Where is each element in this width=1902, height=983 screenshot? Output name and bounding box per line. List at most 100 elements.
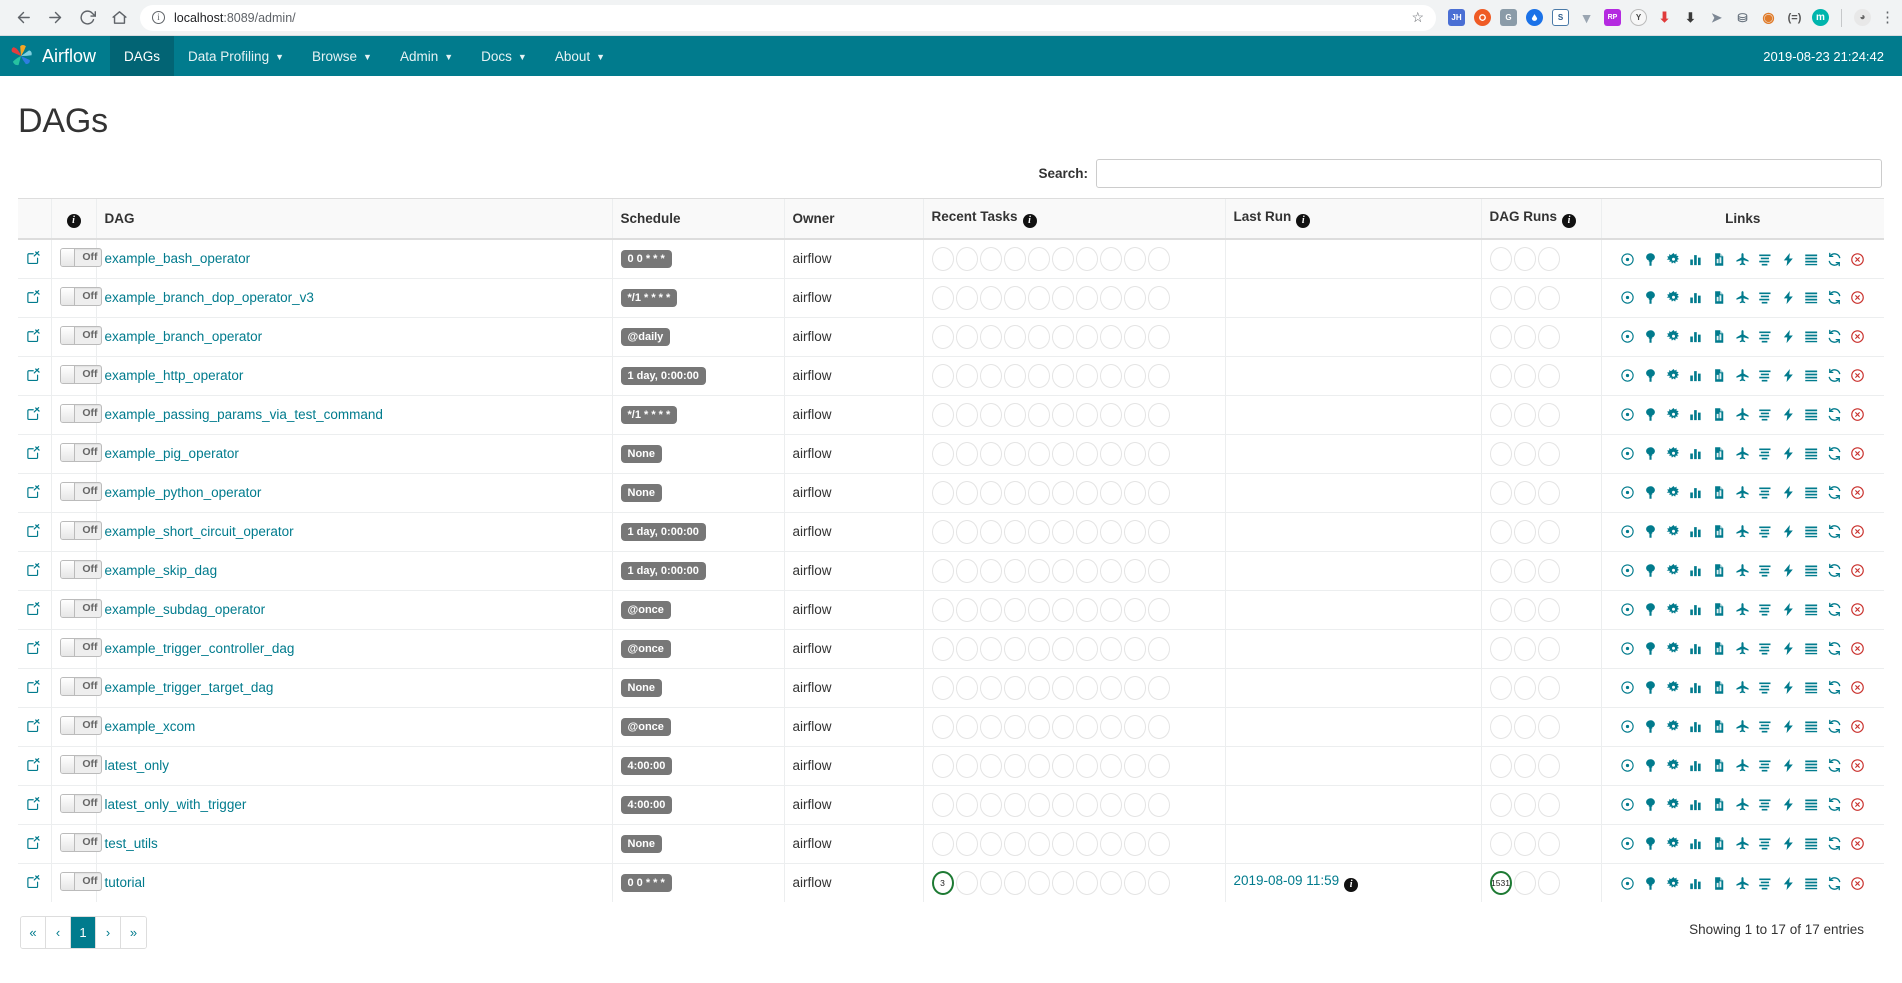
trigger-dag-icon[interactable] <box>1620 485 1635 500</box>
tree-view-icon[interactable] <box>1643 680 1658 695</box>
task-tries-icon[interactable] <box>1712 524 1727 539</box>
code-icon[interactable] <box>1781 680 1796 695</box>
trigger-dag-icon[interactable] <box>1620 758 1635 773</box>
extension-blue-drop-icon[interactable] <box>1526 9 1543 26</box>
trigger-dag-icon[interactable] <box>1620 368 1635 383</box>
logs-icon[interactable] <box>1804 290 1819 305</box>
gantt-icon[interactable] <box>1758 485 1773 500</box>
dag-link[interactable]: example_branch_operator <box>105 329 263 344</box>
dag-link[interactable]: example_http_operator <box>105 368 244 383</box>
task-tries-icon[interactable] <box>1712 407 1727 422</box>
refresh-icon[interactable] <box>1827 758 1842 773</box>
dag-run-count-circle[interactable]: 1531 <box>1489 870 1512 895</box>
task-duration-icon[interactable] <box>1689 524 1704 539</box>
landing-times-icon[interactable] <box>1735 446 1750 461</box>
gantt-icon[interactable] <box>1758 719 1773 734</box>
page-last[interactable]: » <box>121 917 146 948</box>
tree-view-icon[interactable] <box>1643 407 1658 422</box>
gantt-icon[interactable] <box>1758 290 1773 305</box>
code-icon[interactable] <box>1781 719 1796 734</box>
dag-link[interactable]: example_short_circuit_operator <box>105 524 294 539</box>
gantt-icon[interactable] <box>1758 680 1773 695</box>
code-icon[interactable] <box>1781 252 1796 267</box>
tree-view-icon[interactable] <box>1643 641 1658 656</box>
task-duration-icon[interactable] <box>1689 252 1704 267</box>
delete-dag-icon[interactable] <box>1850 836 1865 851</box>
edit-dag-icon[interactable] <box>26 445 41 460</box>
graph-view-icon[interactable] <box>1666 602 1681 617</box>
task-duration-icon[interactable] <box>1689 407 1704 422</box>
gantt-icon[interactable] <box>1758 797 1773 812</box>
graph-view-icon[interactable] <box>1666 485 1681 500</box>
gantt-icon[interactable] <box>1758 758 1773 773</box>
refresh-icon[interactable] <box>1827 446 1842 461</box>
landing-times-icon[interactable] <box>1735 524 1750 539</box>
edit-dag-icon[interactable] <box>26 523 41 538</box>
code-icon[interactable] <box>1781 876 1796 891</box>
logs-icon[interactable] <box>1804 329 1819 344</box>
task-tries-icon[interactable] <box>1712 680 1727 695</box>
dag-link[interactable]: test_utils <box>105 836 158 851</box>
landing-times-icon[interactable] <box>1735 407 1750 422</box>
refresh-icon[interactable] <box>1827 524 1842 539</box>
trigger-dag-icon[interactable] <box>1620 602 1635 617</box>
refresh-icon[interactable] <box>1827 797 1842 812</box>
trigger-dag-icon[interactable] <box>1620 446 1635 461</box>
dag-link[interactable]: example_branch_dop_operator_v3 <box>105 290 314 305</box>
code-icon[interactable] <box>1781 329 1796 344</box>
delete-dag-icon[interactable] <box>1850 680 1865 695</box>
dag-enable-toggle[interactable]: Off <box>59 676 102 696</box>
code-icon[interactable] <box>1781 290 1796 305</box>
refresh-icon[interactable] <box>1827 602 1842 617</box>
dag-enable-toggle[interactable]: Off <box>59 793 102 813</box>
nav-dags[interactable]: DAGs <box>110 36 175 76</box>
recent-task-count-circle[interactable]: 3 <box>931 870 954 895</box>
tree-view-icon[interactable] <box>1643 329 1658 344</box>
info-icon[interactable]: i <box>1296 214 1311 228</box>
site-info-icon[interactable]: i <box>152 11 165 24</box>
dag-enable-toggle[interactable]: Off <box>59 481 102 501</box>
dag-enable-toggle[interactable]: Off <box>59 325 102 345</box>
graph-view-icon[interactable] <box>1666 524 1681 539</box>
logs-icon[interactable] <box>1804 602 1819 617</box>
task-tries-icon[interactable] <box>1712 836 1727 851</box>
dag-link[interactable]: example_subdag_operator <box>105 602 266 617</box>
trigger-dag-icon[interactable] <box>1620 797 1635 812</box>
graph-view-icon[interactable] <box>1666 758 1681 773</box>
refresh-icon[interactable] <box>1827 719 1842 734</box>
graph-view-icon[interactable] <box>1666 876 1681 891</box>
trigger-dag-icon[interactable] <box>1620 876 1635 891</box>
edit-dag-icon[interactable] <box>26 484 41 499</box>
nav-admin[interactable]: Admin ▼ <box>386 36 467 76</box>
task-duration-icon[interactable] <box>1689 836 1704 851</box>
tree-view-icon[interactable] <box>1643 485 1658 500</box>
dag-enable-toggle[interactable]: Off <box>59 286 102 306</box>
task-tries-icon[interactable] <box>1712 602 1727 617</box>
edit-dag-icon[interactable] <box>26 757 41 772</box>
forward-arrow-icon[interactable] <box>40 3 70 33</box>
refresh-icon[interactable] <box>1827 485 1842 500</box>
dag-link[interactable]: example_trigger_target_dag <box>105 680 274 695</box>
task-duration-icon[interactable] <box>1689 485 1704 500</box>
extension-translate-icon[interactable]: G <box>1500 9 1517 26</box>
graph-view-icon[interactable] <box>1666 252 1681 267</box>
extension-rp-icon[interactable]: RP <box>1604 9 1621 26</box>
landing-times-icon[interactable] <box>1735 680 1750 695</box>
info-icon[interactable]: i <box>1344 878 1359 893</box>
page-prev[interactable]: ‹ <box>46 917 71 948</box>
edit-dag-icon[interactable] <box>26 601 41 616</box>
page-first[interactable]: « <box>21 917 46 948</box>
dag-enable-toggle[interactable]: Off <box>59 754 102 774</box>
bookmark-star-icon[interactable]: ☆ <box>1411 9 1424 26</box>
gantt-icon[interactable] <box>1758 836 1773 851</box>
task-tries-icon[interactable] <box>1712 797 1727 812</box>
info-icon[interactable]: i <box>66 214 81 228</box>
logs-icon[interactable] <box>1804 368 1819 383</box>
trigger-dag-icon[interactable] <box>1620 329 1635 344</box>
dag-enable-toggle[interactable]: Off <box>59 403 102 423</box>
dag-link[interactable]: example_trigger_controller_dag <box>105 641 295 656</box>
tree-view-icon[interactable] <box>1643 602 1658 617</box>
graph-view-icon[interactable] <box>1666 368 1681 383</box>
task-tries-icon[interactable] <box>1712 485 1727 500</box>
logs-icon[interactable] <box>1804 407 1819 422</box>
